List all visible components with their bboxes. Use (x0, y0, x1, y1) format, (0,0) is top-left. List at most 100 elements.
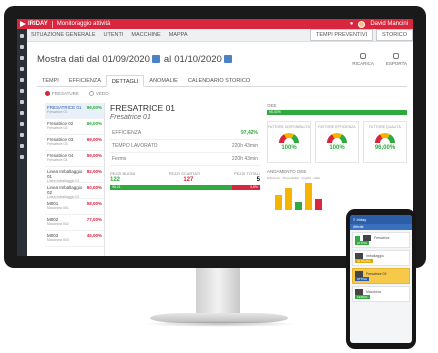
phone-card[interactable]: Fresatrice 02 ATTIVA (352, 268, 410, 284)
nav-situazione[interactable]: SITUAZIONE GENERALE (27, 32, 100, 38)
export-button[interactable]: ESPORTA (386, 52, 407, 66)
phone-card[interactable]: Macchina FERMA (352, 286, 410, 302)
gauges: FATTORE DISPONIBILITÀ 100% FATTORE EFFIC… (267, 121, 407, 163)
search-icon[interactable] (20, 45, 24, 49)
phone-menu-icon[interactable]: ≡ (353, 217, 355, 222)
logo-icon (20, 21, 26, 27)
trend-bar-4 (305, 183, 312, 210)
play-icon[interactable] (355, 235, 360, 241)
list-item[interactable]: Fresatrice 03 Fresatrice 03 69,00% (45, 135, 104, 151)
reload-button[interactable]: RICARICA (352, 52, 374, 66)
trend-bar-5 (315, 198, 322, 210)
nav-macchine[interactable]: MACCHINE (127, 32, 164, 38)
refresh-icon (360, 52, 367, 59)
clock-icon[interactable] (20, 133, 24, 137)
settings-icon[interactable] (20, 144, 24, 148)
tab-calendario-storico[interactable]: CALENDARIO STORICO (183, 75, 255, 86)
tab-efficienza[interactable]: EFFICIENZA (64, 75, 106, 86)
tab-dettagli[interactable]: DETTAGLI (105, 75, 145, 87)
status-badge: ATTIVA (355, 241, 370, 245)
bell-sidebar-icon[interactable] (20, 111, 24, 115)
logo: IRIDAY (17, 21, 48, 27)
list-item[interactable]: Linea Imballaggio 02 Linea Imballaggio 02… (45, 183, 104, 199)
list-item[interactable]: FRESATRICE 01 Fresatrice 01 96,00% (45, 103, 104, 119)
gauge-efficiency: FATTORE EFFICIENZA 100% (315, 121, 359, 163)
worked-time-row: TEMPO LAVORATO 220h 43min (110, 140, 260, 153)
phone-card[interactable]: Imballaggio IN PAUSA (352, 250, 410, 266)
gauge-icon (279, 133, 299, 143)
user-name[interactable]: David Mancini (370, 21, 408, 27)
tabs: TEMPI EFFICIENZA DETTAGLI ANOMALIE CALEN… (37, 75, 407, 87)
date-label: Mostra dati dal (37, 53, 100, 65)
date-connector: al (163, 53, 172, 65)
calendar-icon[interactable] (20, 89, 24, 93)
machine-title: FRESATRICE 01 (110, 103, 176, 113)
storico-button[interactable]: STORICO (376, 29, 413, 41)
filters: FRESATURE VEDO (45, 91, 109, 97)
oee-bar: 96,00% (267, 110, 407, 115)
filter-fresature[interactable]: FRESATURE (45, 91, 79, 97)
list-icon[interactable] (20, 122, 24, 126)
date-filter: Mostra dati dal 01/09/2020 al 01/10/2020… (37, 47, 407, 71)
machine-detail: FRESATRICE 01 Fresatrice 01 EFFICIENZA 97… (110, 103, 260, 253)
radio-on-icon (45, 91, 50, 97)
trend-legend: Efficienza · Disponibilità · Qualità · O… (267, 176, 320, 180)
machine-list: FRESATRICE 01 Fresatrice 01 96,00% Fresatr… (45, 103, 105, 256)
oee-label: OEE (267, 103, 277, 108)
phone: ≡ Iriday Attività Fresatrice ATTIVA Imba… (346, 209, 416, 349)
trend-bar-1 (275, 194, 282, 210)
phone-header: ≡ Iriday (350, 215, 412, 224)
document-icon[interactable] (20, 100, 24, 104)
base-shadow (142, 321, 298, 327)
stop-time-row: Fermo 220h 43min (110, 153, 260, 166)
main-nav: SITUAZIONE GENERALE UTENTI MACCHINE MAPP… (27, 29, 413, 42)
avatar[interactable] (358, 20, 366, 28)
top-bar: IRIDAY Monitoraggio attività ● David Man… (17, 19, 413, 29)
list-item[interactable]: Fresatrice 04 Fresatrice 04 59,00% (45, 151, 104, 167)
counters-header: PEZZI BUONI PEZZI SCARTATI PEZZI TOTALI (110, 171, 260, 176)
chart-icon[interactable] (20, 78, 24, 82)
counters-values: 122 127 5 (110, 177, 260, 183)
list-item[interactable]: M003 Macchina 003 45,00% (45, 231, 104, 247)
nav-mappa[interactable]: MAPPA (165, 32, 192, 38)
list-item[interactable]: M001 Macchina 001 58,00% (45, 199, 104, 215)
date-from-field[interactable]: 01/09/2020 (102, 54, 150, 65)
efficiency-row: EFFICIENZA 97,42% (110, 127, 260, 140)
gauge-icon (327, 133, 347, 143)
user-icon[interactable] (20, 56, 24, 60)
status-badge: ATTIVA (355, 277, 370, 281)
tab-tempi[interactable]: TEMPI (37, 75, 64, 86)
filter-vedo[interactable]: VEDO (88, 91, 109, 97)
bell-icon[interactable]: ● (350, 21, 354, 27)
status-badge: FERMA (355, 295, 370, 299)
gauge-quality: FATTORE QUALITÀ 96,00% (363, 121, 407, 163)
gauge-icon (375, 133, 395, 143)
divider (51, 20, 53, 28)
monitor-stand (196, 268, 240, 314)
phone-title: Iriday (356, 217, 367, 222)
trend-chart (267, 182, 407, 210)
quality-bar: 98,21 3,8% (110, 185, 260, 190)
gauge-availability: FATTORE DISPONIBILITÀ 100% (267, 121, 311, 163)
sidebar (17, 29, 27, 256)
machine-subtitle: Fresatrice 01 (110, 114, 151, 121)
machine-icon[interactable] (20, 67, 24, 71)
status-badge: IN PAUSA (355, 259, 373, 263)
reload-label: RICARICA (352, 60, 374, 66)
trend-bar-2 (285, 187, 292, 210)
home-icon[interactable] (20, 34, 24, 38)
gear-icon[interactable] (20, 155, 24, 159)
list-item[interactable]: Fresatrice 02 Fresatrice 02 86,00% (45, 119, 104, 135)
phone-subheader: Attività (350, 224, 412, 230)
calendar-to-icon[interactable] (223, 55, 232, 63)
logo-text: IRIDAY (28, 21, 48, 27)
tab-anomalie[interactable]: ANOMALIE (144, 75, 182, 86)
trend-label: ANDAMENTO OEE (267, 169, 307, 174)
calendar-from-icon[interactable] (151, 55, 160, 63)
nav-utenti[interactable]: UTENTI (100, 32, 128, 38)
date-to-field[interactable]: 01/10/2020 (174, 54, 222, 65)
tempi-preventivi-button[interactable]: TEMPI PREVENTIVI (309, 29, 374, 41)
list-item[interactable]: M002 Macchina 002 77,00% (45, 215, 104, 231)
list-item[interactable]: Linea Imballaggio 01 Linea Imballaggio 01… (45, 167, 104, 183)
phone-card[interactable]: Fresatrice ATTIVA (352, 232, 410, 248)
